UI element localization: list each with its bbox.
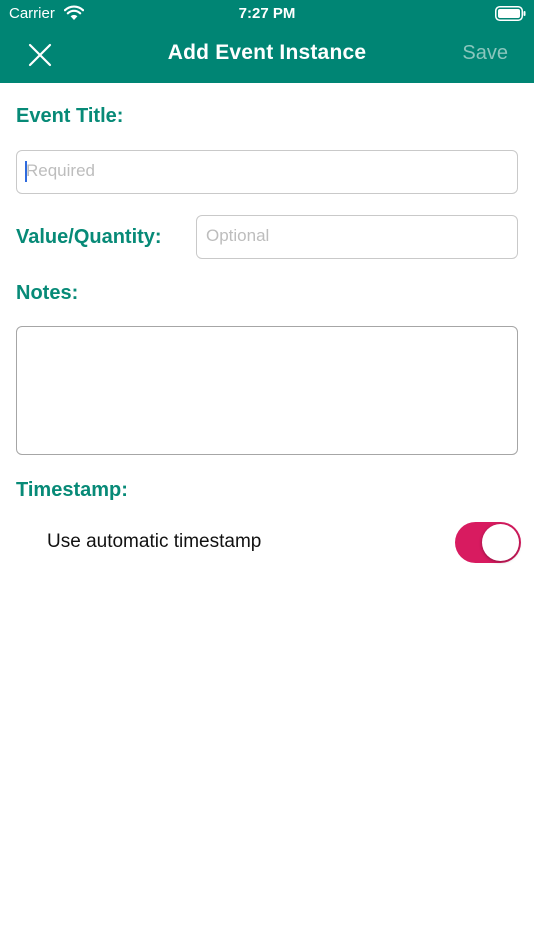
event-title-field[interactable]: Required: [16, 150, 518, 194]
timestamp-label: Timestamp:: [16, 479, 128, 501]
notes-textarea[interactable]: [16, 326, 518, 455]
add-event-instance-screen: Carrier 7:27 PM Add Event Instance Save: [0, 0, 534, 950]
auto-timestamp-toggle[interactable]: [455, 522, 521, 563]
event-title-placeholder: Required: [26, 161, 95, 180]
header: Carrier 7:27 PM Add Event Instance Save: [0, 0, 534, 83]
notes-label: Notes:: [16, 282, 79, 304]
navigation-bar: Add Event Instance Save: [0, 28, 534, 83]
auto-timestamp-label: Use automatic timestamp: [47, 531, 262, 552]
quantity-placeholder: Optional: [206, 226, 270, 245]
save-button[interactable]: Save: [462, 42, 508, 65]
status-time: 7:27 PM: [238, 5, 296, 22]
quantity-field[interactable]: Optional: [196, 215, 518, 259]
battery-icon: [495, 6, 526, 21]
page-title: Add Event Instance: [167, 41, 367, 64]
status-bar: Carrier 7:27 PM: [0, 0, 534, 28]
event-title-label: Event Title:: [16, 105, 124, 127]
quantity-label: Value/Quantity:: [16, 226, 162, 248]
toggle-knob: [482, 524, 519, 561]
